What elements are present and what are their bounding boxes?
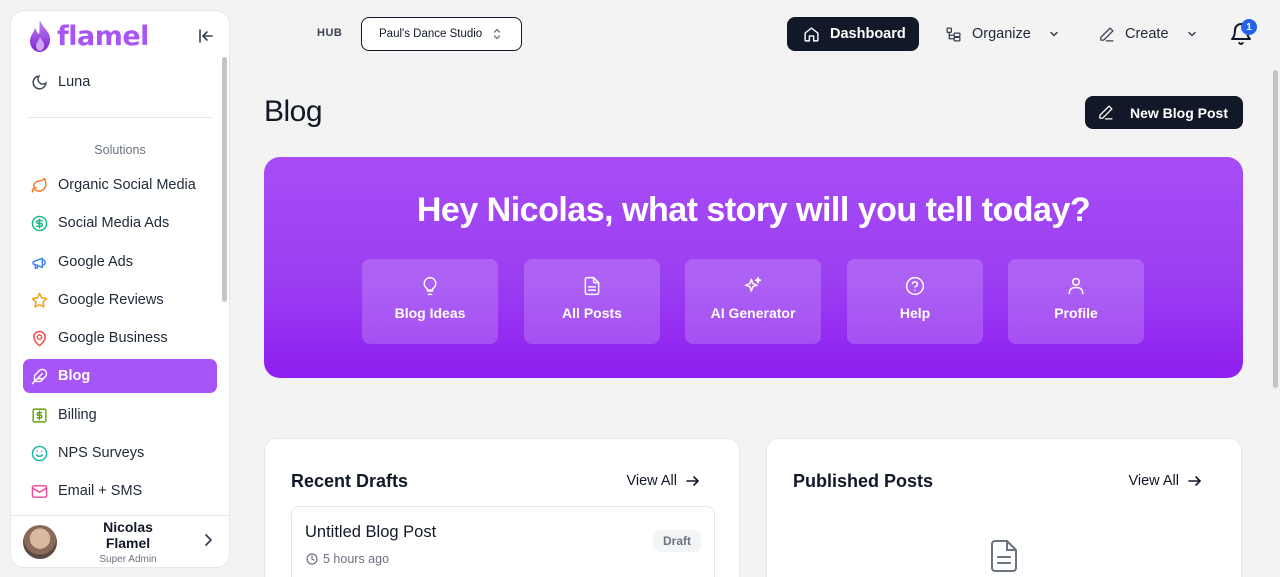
sidebar: flamel Luna Solutions Organic Social Med…	[10, 10, 230, 568]
draft-list-item[interactable]: Untitled Blog Post 5 hours ago Draft	[291, 506, 715, 577]
sidebar-item-email-sms[interactable]: Email + SMS	[23, 474, 217, 508]
status-badge: Draft	[652, 530, 701, 552]
tile-label: Help	[899, 305, 931, 321]
sidebar-item-label: Luna	[58, 74, 91, 90]
sidebar-item-nps-surveys[interactable]: NPS Surveys	[23, 436, 217, 470]
sidebar-scrollbar[interactable]	[222, 57, 227, 302]
profile-tile[interactable]: Profile	[1008, 259, 1144, 344]
sidebar-item-google-business[interactable]: Google Business	[23, 321, 217, 355]
published-posts-title: Published Posts	[793, 471, 934, 491]
help-circle-icon	[905, 276, 925, 296]
blog-ideas-tile[interactable]: Blog Ideas	[362, 259, 498, 344]
main-scrollbar[interactable]	[1273, 70, 1278, 388]
map-pin-icon	[33, 330, 46, 346]
lightbulb-icon	[423, 276, 437, 296]
moon-icon	[32, 74, 47, 89]
sidebar-item-organic-social-media[interactable]: Organic Social Media	[23, 168, 217, 202]
document-icon	[584, 276, 600, 296]
feather-icon	[31, 368, 48, 384]
published-view-all-link[interactable]: View All	[1128, 473, 1203, 489]
sidebar-item-label: Google Business	[58, 330, 168, 346]
sidebar-item-social-media-ads[interactable]: Social Media Ads	[23, 206, 217, 240]
ai-generator-tile[interactable]: AI Generator	[685, 259, 821, 344]
brand-name: flamel	[57, 20, 149, 52]
pencil-icon	[1099, 105, 1113, 120]
smile-icon	[31, 445, 48, 461]
hero-title: Hey Nicolas, what story will you tell to…	[416, 191, 1091, 229]
new-blog-post-label: New Blog Post	[1130, 104, 1229, 121]
megaphone-icon	[32, 257, 46, 269]
sidebar-item-label: Organic Social Media	[58, 177, 196, 193]
tile-label: Blog Ideas	[394, 305, 466, 321]
draft-timestamp: 5 hours ago	[306, 552, 389, 566]
drafts-view-all-link[interactable]: View All	[626, 473, 701, 489]
empty-document-icon	[991, 540, 1017, 572]
user-icon	[1068, 277, 1084, 295]
draft-time-label: 5 hours ago	[323, 552, 390, 566]
pencil-icon	[1100, 26, 1114, 42]
user-profile-bar[interactable]: Nicolas Flamel Super Admin	[11, 515, 229, 567]
organize-label: Organize	[972, 26, 1031, 42]
dashboard-label: Dashboard	[830, 26, 906, 42]
user-role: Super Admin	[99, 553, 157, 565]
draft-title: Untitled Blog Post	[305, 523, 437, 541]
star-icon	[31, 292, 48, 308]
clock-icon	[306, 553, 318, 565]
organize-icon	[946, 26, 961, 42]
notification-badge: 1	[1241, 19, 1257, 35]
organize-menu-button[interactable]: Organize	[929, 17, 1069, 51]
view-all-label: View All	[626, 473, 677, 489]
sidebar-item-label: NPS Surveys	[58, 445, 145, 461]
home-icon	[804, 26, 819, 42]
flamel-logo[interactable]: flamel	[27, 19, 149, 53]
arrow-right-icon	[686, 476, 699, 486]
recent-drafts-title: Recent Drafts	[291, 471, 409, 491]
tile-label: AI Generator	[710, 305, 796, 321]
chevron-down-icon	[1050, 31, 1058, 37]
sidebar-item-label: Billing	[58, 407, 97, 423]
new-blog-post-button[interactable]: New Blog Post	[1085, 96, 1243, 129]
hero-banner: Hey Nicolas, what story will you tell to…	[264, 157, 1243, 378]
arrow-right-icon	[1188, 476, 1201, 486]
sidebar-item-google-reviews[interactable]: Google Reviews	[23, 283, 217, 317]
leaf-icon	[31, 177, 47, 193]
dashboard-button[interactable]: Dashboard	[787, 17, 919, 51]
published-posts-card: Published Posts View All	[766, 438, 1242, 577]
flame-logo-icon	[30, 20, 51, 52]
all-posts-tile[interactable]: All Posts	[524, 259, 660, 344]
chevron-down-icon	[1187, 31, 1196, 37]
sidebar-item-label: Blog	[58, 368, 91, 384]
sidebar-item-label: Google Reviews	[58, 292, 164, 308]
help-tile[interactable]: Help	[847, 259, 983, 344]
chevron-right-icon[interactable]	[201, 533, 215, 547]
sidebar-item-label: Social Media Ads	[58, 215, 170, 231]
solutions-section-label: Solutions	[94, 143, 146, 157]
mail-icon	[31, 484, 48, 498]
sidebar-item-billing[interactable]: Billing	[23, 398, 217, 432]
tile-label: All Posts	[562, 305, 622, 321]
studio-select-value: Paul's Dance Studio	[379, 28, 483, 40]
sparkles-icon	[744, 276, 762, 292]
avatar	[23, 524, 57, 559]
sidebar-item-blog[interactable]: Blog	[23, 359, 217, 393]
sidebar-item-label: Email + SMS	[58, 483, 143, 499]
page-title: Blog	[264, 95, 323, 128]
recent-drafts-card: Recent Drafts View All Untitled Blog Pos…	[264, 438, 740, 577]
view-all-label: View All	[1128, 473, 1179, 489]
dollar-circle-icon	[31, 215, 48, 231]
sidebar-item-google-ads[interactable]: Google Ads	[23, 245, 217, 279]
hub-label: HUB	[317, 27, 343, 39]
create-label: Create	[1125, 26, 1169, 42]
tile-label: Profile	[1054, 305, 1098, 321]
studio-select[interactable]: Paul's Dance Studio	[361, 17, 522, 51]
sidebar-divider	[27, 117, 213, 118]
dollar-square-icon	[32, 407, 47, 423]
sidebar-item-luna[interactable]: Luna	[23, 65, 217, 99]
create-menu-button[interactable]: Create	[1082, 17, 1210, 51]
collapse-sidebar-icon[interactable]	[197, 27, 215, 45]
user-name: Nicolas Flamel	[103, 518, 153, 551]
sidebar-item-label: Google Ads	[58, 254, 133, 270]
chevron-updown-icon	[493, 28, 501, 40]
